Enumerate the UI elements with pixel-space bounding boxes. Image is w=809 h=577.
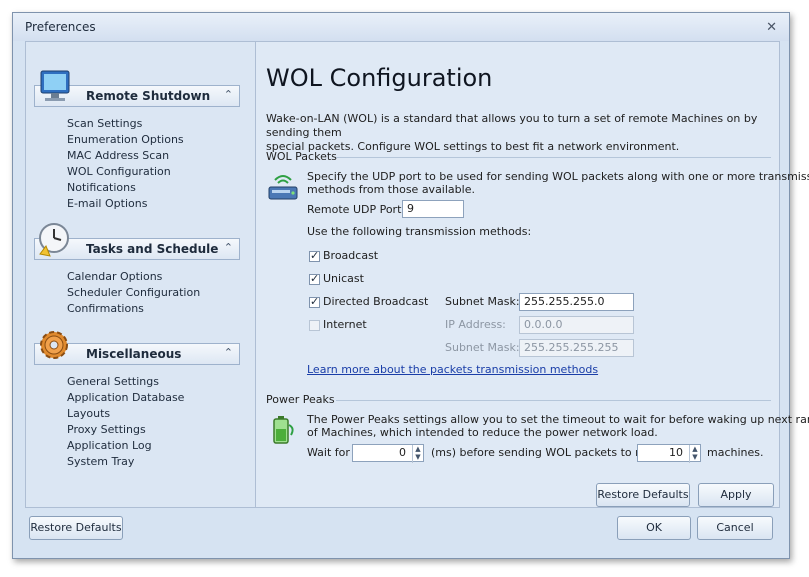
stepper-buttons[interactable]: ▲ ▼	[412, 445, 423, 463]
machines-label: machines.	[707, 446, 764, 459]
sidebar-item-application-log[interactable]: Application Log	[67, 438, 184, 454]
collapse-chevron-icon[interactable]: ⌃	[224, 346, 233, 359]
udp-port-input[interactable]: 9	[402, 200, 464, 218]
subnet-mask-label: Subnet Mask:	[445, 295, 520, 308]
spin-up-icon[interactable]: ▲	[413, 445, 423, 453]
sidebar-item-scheduler-configuration[interactable]: Scheduler Configuration	[67, 285, 200, 301]
wait-ms-value: 0	[399, 446, 406, 459]
battery-icon	[273, 416, 294, 444]
sidebar-item-scan-settings[interactable]: Scan Settings	[67, 116, 184, 132]
directed-broadcast-label: Directed Broadcast	[323, 295, 429, 308]
sidebar-item-proxy-settings[interactable]: Proxy Settings	[67, 422, 184, 438]
description-line: Wake-on-LAN (WOL) is a standard that all…	[266, 112, 758, 139]
sidebar-item-layouts[interactable]: Layouts	[67, 406, 184, 422]
wol-packets-description: Specify the UDP port to be used for send…	[307, 170, 809, 196]
next-machines-value: 10	[669, 446, 683, 459]
close-button[interactable]: ✕	[766, 20, 777, 35]
sidebar-item-email-options[interactable]: E-mail Options	[67, 196, 184, 212]
page-description: Wake-on-LAN (WOL) is a standard that all…	[266, 112, 771, 154]
network-device-icon	[268, 175, 298, 200]
sidebar-item-system-tray[interactable]: System Tray	[67, 454, 184, 470]
broadcast-checkbox[interactable]	[309, 249, 320, 262]
sidebar-item-calendar-options[interactable]: Calendar Options	[67, 269, 200, 285]
section-divider	[336, 400, 771, 401]
udp-port-label: Remote UDP Port:	[307, 203, 406, 216]
power-peaks-desc-line: The Power Peaks settings allow you to se…	[307, 413, 809, 426]
monitor-icon	[40, 70, 70, 101]
ms-before-sending-label: (ms) before sending WOL packets to next	[431, 446, 660, 459]
page-title: WOL Configuration	[266, 64, 493, 92]
wait-for-label: Wait for	[307, 446, 350, 459]
group-title-miscellaneous: Miscellaneous	[86, 347, 182, 361]
clock-icon	[39, 223, 69, 257]
ip-address-label: IP Address:	[445, 318, 506, 331]
sidebar-item-general-settings[interactable]: General Settings	[67, 374, 184, 390]
restore-defaults-button[interactable]: Restore Defaults	[29, 516, 123, 540]
ok-button[interactable]: OK	[617, 516, 691, 540]
miscellaneous-items: General Settings Application Database La…	[67, 374, 184, 470]
sidebar-item-enumeration-options[interactable]: Enumeration Options	[67, 132, 184, 148]
spin-up-icon[interactable]: ▲	[690, 445, 700, 453]
apply-button[interactable]: Apply	[698, 483, 774, 507]
sidebar-item-mac-address-scan[interactable]: MAC Address Scan	[67, 148, 184, 164]
group-title-tasks-and-schedule: Tasks and Schedule	[86, 242, 219, 256]
power-peaks-description: The Power Peaks settings allow you to se…	[307, 413, 809, 439]
wait-ms-stepper[interactable]: 0 ▲ ▼	[352, 444, 424, 463]
next-machines-stepper[interactable]: 10 ▲ ▼	[637, 444, 701, 463]
internet-label: Internet	[323, 318, 367, 331]
section-divider	[336, 157, 771, 158]
wol-packets-section-title: WOL Packets	[266, 150, 337, 163]
subnet-mask-2-input[interactable]: 255.255.255.255	[519, 339, 634, 357]
sidebar-item-wol-configuration[interactable]: WOL Configuration	[67, 164, 184, 180]
transmission-methods-label: Use the following transmission methods:	[307, 225, 532, 238]
unicast-label: Unicast	[323, 272, 364, 285]
wol-packets-desc-line: Specify the UDP port to be used for send…	[307, 170, 809, 183]
directed-broadcast-checkbox[interactable]	[309, 295, 320, 308]
sidebar-item-notifications[interactable]: Notifications	[67, 180, 184, 196]
broadcast-label: Broadcast	[323, 249, 379, 262]
collapse-chevron-icon[interactable]: ⌃	[224, 88, 233, 101]
ip-address-input[interactable]: 0.0.0.0	[519, 316, 634, 334]
subnet-mask-2-label: Subnet Mask:	[445, 341, 520, 354]
group-title-remote-shutdown: Remote Shutdown	[86, 89, 211, 103]
content-panel: WOL Configuration Wake-on-LAN (WOL) is a…	[255, 41, 809, 508]
learn-more-link[interactable]: Learn more about the packets transmissio…	[307, 363, 598, 376]
power-peaks-section-title: Power Peaks	[266, 393, 335, 406]
title-bar: Preferences ✕	[13, 13, 789, 41]
description-line: special packets. Configure WOL settings …	[266, 140, 680, 153]
remote-shutdown-items: Scan Settings Enumeration Options MAC Ad…	[67, 116, 184, 212]
stepper-buttons[interactable]: ▲ ▼	[689, 445, 700, 463]
wol-packets-desc-line: methods from those available.	[307, 183, 475, 196]
sidebar-item-confirmations[interactable]: Confirmations	[67, 301, 200, 317]
cancel-button[interactable]: Cancel	[697, 516, 773, 540]
unicast-checkbox[interactable]	[309, 272, 320, 285]
gear-icon	[40, 331, 68, 359]
spin-down-icon[interactable]: ▼	[413, 453, 423, 461]
window-title: Preferences	[25, 20, 96, 34]
sidebar: Remote Shutdown ⌃ Scan Settings Enumerat…	[25, 41, 256, 508]
internet-checkbox[interactable]	[309, 320, 320, 331]
preferences-window: Preferences ✕ Remote Shutdown ⌃ Scan Set…	[12, 12, 809, 559]
sidebar-item-application-database[interactable]: Application Database	[67, 390, 184, 406]
subnet-mask-input[interactable]: 255.255.255.0	[519, 293, 634, 311]
restore-defaults-section-button[interactable]: Restore Defaults	[596, 483, 690, 507]
spin-down-icon[interactable]: ▼	[690, 453, 700, 461]
power-peaks-desc-line: of Machines, which intended to reduce th…	[307, 426, 658, 439]
tasks-and-schedule-items: Calendar Options Scheduler Configuration…	[67, 269, 200, 317]
collapse-chevron-icon[interactable]: ⌃	[224, 241, 233, 254]
dialog-footer: Restore Defaults OK Cancel	[13, 507, 789, 558]
